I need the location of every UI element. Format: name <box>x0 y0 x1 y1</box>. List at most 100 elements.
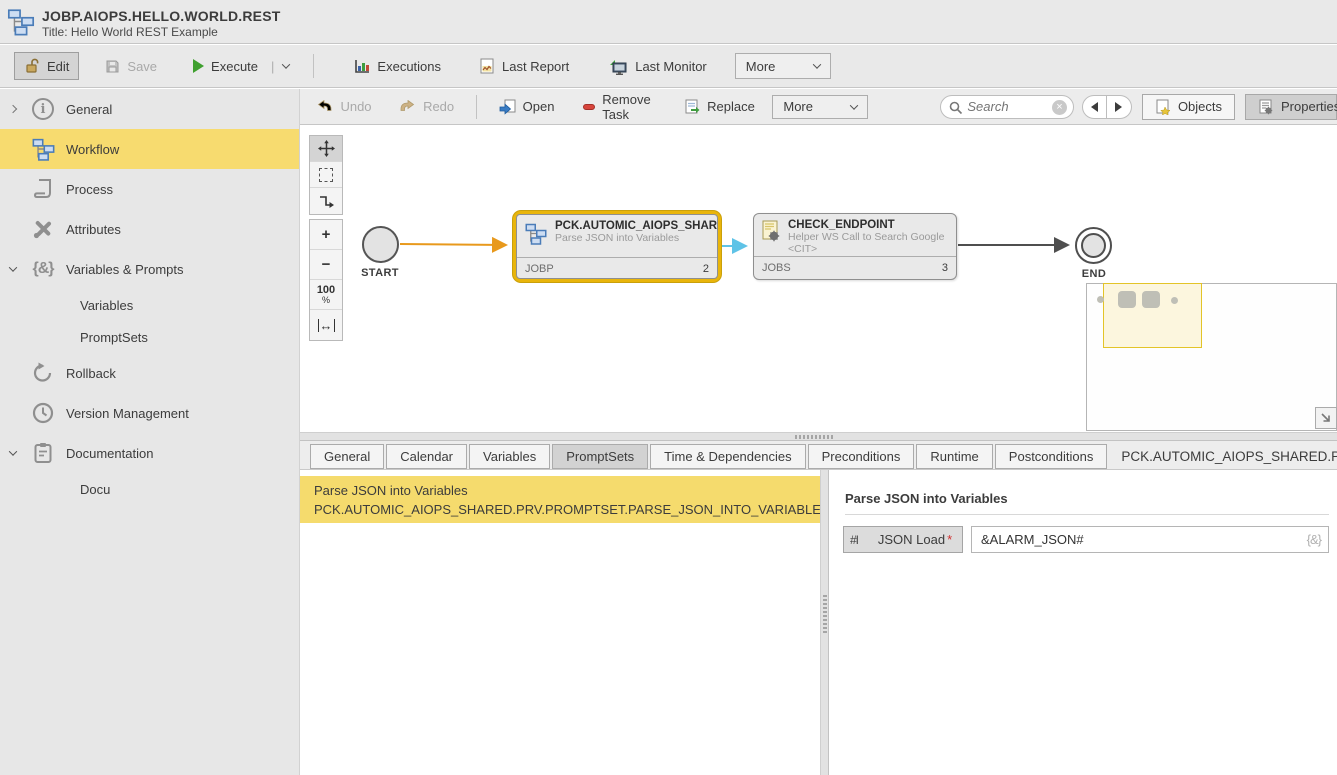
connector-tool[interactable] <box>310 188 342 214</box>
execute-button[interactable]: Execute | <box>183 52 299 80</box>
workflow-canvas[interactable]: + − 100% ↔ START PCK.AUTOMIC_AIOPS <box>300 126 1337 432</box>
text-field-icon: #I <box>850 533 874 547</box>
report-icon <box>479 58 495 74</box>
replace-button[interactable]: Replace <box>674 93 765 121</box>
sidebar-item-workflow[interactable]: Workflow <box>0 129 299 169</box>
promptset-detail-panel: Parse JSON into Variables #I JSON Load* … <box>829 470 1337 775</box>
task-node-parse-json[interactable]: PCK.AUTOMIC_AIOPS_SHAR... Parse JSON int… <box>513 211 721 282</box>
zoom-in-button[interactable]: + <box>310 220 342 250</box>
tab-opened-object[interactable]: PCK.AUTOMIC_AIOPS_SHARED.PUB.ACTIO... × <box>1121 444 1337 469</box>
task-name: PCK.AUTOMIC_AIOPS_SHAR... <box>555 220 718 232</box>
clock-icon <box>28 402 58 424</box>
json-load-field-row: #I JSON Load* {&} <box>843 526 1329 553</box>
promptset-path: PCK.AUTOMIC_AIOPS_SHARED.PRV.PROMPTSET.P… <box>314 500 820 519</box>
json-load-label: #I JSON Load* <box>843 526 963 553</box>
undo-button[interactable]: Undo <box>306 93 381 121</box>
sidebar-item-documentation[interactable]: Documentation <box>0 433 299 473</box>
sidebar-item-promptsets[interactable]: PromptSets <box>0 321 299 353</box>
marquee-select-tool[interactable] <box>310 162 342 188</box>
toolbar-separator <box>313 54 314 78</box>
expander-right-icon[interactable] <box>9 105 17 113</box>
sidebar-item-docu[interactable]: Docu <box>0 473 299 505</box>
search-clear-icon[interactable]: × <box>1052 100 1067 115</box>
bottom-panel: General Calendar Variables PromptSets Ti… <box>300 441 1337 775</box>
start-node[interactable] <box>362 226 399 263</box>
move-icon <box>318 140 335 157</box>
horizontal-splitter[interactable] <box>300 432 1337 441</box>
expander-down-icon[interactable] <box>9 263 17 271</box>
json-load-input[interactable] <box>972 532 1328 547</box>
tab-promptsets[interactable]: PromptSets <box>552 444 648 469</box>
resize-arrow-icon <box>1320 412 1332 424</box>
execute-dropdown-caret[interactable] <box>282 60 290 68</box>
tab-preconditions[interactable]: Preconditions <box>808 444 915 469</box>
triangle-right-icon <box>1115 102 1122 112</box>
edit-button[interactable]: Edit <box>14 52 79 80</box>
workflow-object-icon <box>6 7 36 36</box>
zoom-out-button[interactable]: − <box>310 250 342 280</box>
search-input[interactable] <box>967 99 1047 114</box>
fit-width-icon: ↔ <box>318 319 335 332</box>
sidebar-item-general[interactable]: i General <box>0 89 299 129</box>
page-title: JOBP.AIOPS.HELLO.WORLD.REST <box>42 8 281 24</box>
sidebar-item-version-management[interactable]: Version Management <box>0 393 299 433</box>
json-load-input-wrap: {&} <box>971 526 1329 553</box>
process-icon <box>28 178 58 200</box>
objects-button[interactable]: Objects <box>1142 94 1235 120</box>
task-type: JOBS <box>762 262 791 274</box>
insert-variable-icon[interactable]: {&} <box>1307 532 1321 547</box>
expander-down-icon[interactable] <box>9 447 17 455</box>
sidebar-item-variables[interactable]: Variables <box>0 289 299 321</box>
task-order: 2 <box>703 263 709 275</box>
next-result-button[interactable] <box>1107 95 1132 119</box>
splitter-grip <box>823 595 827 633</box>
tab-general[interactable]: General <box>310 444 384 469</box>
save-icon <box>105 59 120 74</box>
rest-job-icon <box>761 220 781 251</box>
executions-button[interactable]: Executions <box>344 52 451 80</box>
zoom-level-button[interactable]: 100% <box>310 280 342 310</box>
fit-width-button[interactable]: ↔ <box>310 310 342 340</box>
minimap[interactable] <box>1086 283 1337 431</box>
splitter-grip <box>795 435 833 439</box>
last-report-button[interactable]: Last Report <box>469 52 579 80</box>
open-button[interactable]: Open <box>489 93 565 121</box>
sidebar-item-rollback[interactable]: Rollback <box>0 353 299 393</box>
tab-runtime[interactable]: Runtime <box>916 444 992 469</box>
properties-button[interactable]: Properties <box>1245 94 1337 120</box>
marquee-icon <box>319 168 333 182</box>
task-description: Helper WS Call to Search Google <box>788 231 944 243</box>
unlock-icon <box>24 58 40 74</box>
executions-chart-icon <box>354 59 370 74</box>
sidebar-item-variables-prompts[interactable]: {&} Variables & Prompts <box>0 249 299 289</box>
remove-task-button[interactable]: Remove Task <box>573 93 665 121</box>
search-icon <box>949 101 963 115</box>
tab-postconditions[interactable]: Postconditions <box>995 444 1108 469</box>
sidebar-item-process[interactable]: Process <box>0 169 299 209</box>
pan-tool[interactable] <box>310 136 342 162</box>
last-monitor-button[interactable]: Last Monitor <box>599 52 717 80</box>
prev-result-button[interactable] <box>1082 95 1107 119</box>
tab-time-dependencies[interactable]: Time & Dependencies <box>650 444 805 469</box>
redo-button[interactable]: Redo <box>389 93 464 121</box>
sidebar: i General Workflow Process <box>0 89 300 775</box>
bottom-tabbar: General Calendar Variables PromptSets Ti… <box>300 441 1337 470</box>
tab-variables[interactable]: Variables <box>469 444 550 469</box>
workflow-icon <box>524 222 548 252</box>
promptset-list-item-selected[interactable]: Parse JSON into Variables PCK.AUTOMIC_AI… <box>300 476 820 523</box>
open-icon <box>499 99 516 115</box>
minimap-resize-handle[interactable] <box>1315 407 1337 429</box>
task-name: CHECK_ENDPOINT <box>788 219 944 231</box>
vertical-splitter[interactable] <box>820 470 829 775</box>
connector-icon <box>318 194 334 209</box>
canvas-more-dropdown[interactable]: More <box>772 95 868 119</box>
toolbar-more-dropdown[interactable]: More <box>735 53 831 79</box>
task-description-2: <CIT> <box>788 243 944 255</box>
task-node-check-endpoint[interactable]: CHECK_ENDPOINT Helper WS Call to Search … <box>753 213 957 280</box>
info-icon: i <box>28 98 58 120</box>
tab-calendar[interactable]: Calendar <box>386 444 467 469</box>
end-node[interactable] <box>1075 227 1112 264</box>
save-button[interactable]: Save <box>95 52 167 80</box>
workflow-icon <box>28 137 58 161</box>
sidebar-item-attributes[interactable]: Attributes <box>0 209 299 249</box>
